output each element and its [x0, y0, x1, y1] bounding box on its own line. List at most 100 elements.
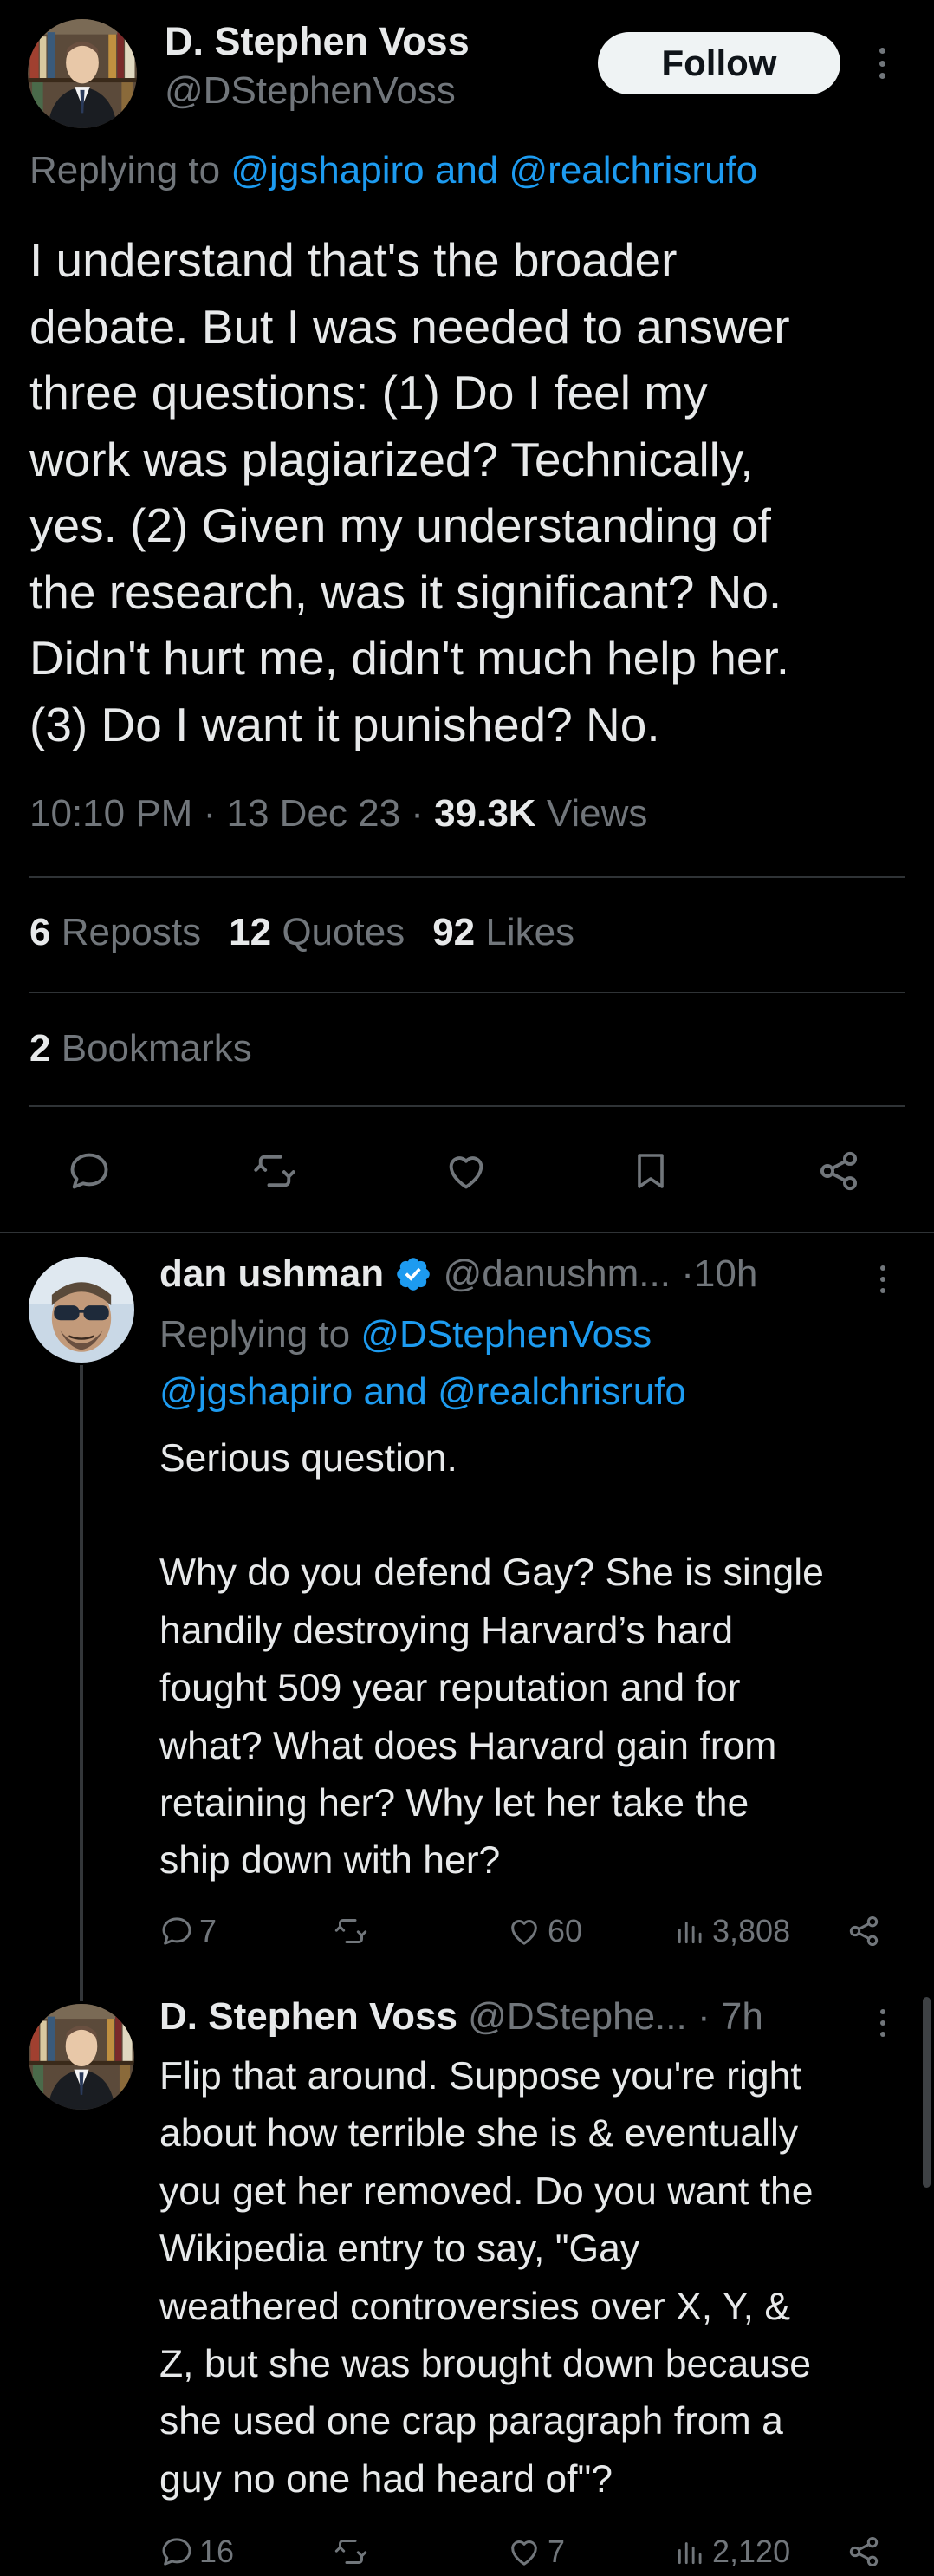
views-count: 2,120 — [712, 2534, 791, 2569]
reply-author-avatar[interactable] — [29, 1257, 134, 1363]
tweet-text-line: work was plagiarized? Technically, — [29, 432, 754, 486]
repost-icon — [334, 2540, 367, 2564]
reply-count-button[interactable]: 16 — [159, 2533, 234, 2571]
verified-badge-icon[interactable] — [394, 1255, 432, 1293]
reply-author-name[interactable]: dan ushman — [159, 1252, 384, 1295]
mention-jgshapiro[interactable]: @jgshapiro — [230, 149, 424, 192]
views-label: Views — [546, 792, 648, 835]
avatar-image — [29, 1257, 134, 1363]
share-icon[interactable] — [846, 2534, 881, 2569]
share-icon[interactable] — [846, 1914, 881, 1948]
reply-text-line: ship down with her? — [159, 1839, 501, 1883]
tweet-text-line: three questions: (1) Do I feel my — [29, 366, 708, 420]
likes-stat[interactable]: 92 Likes — [432, 911, 574, 953]
analytics-icon — [678, 2542, 702, 2565]
separator-dot: · — [411, 792, 424, 835]
bookmarks-stat[interactable]: 2 Bookmarks — [29, 1027, 252, 1070]
quotes-count: 12 — [229, 911, 272, 953]
like-count: 60 — [548, 1913, 583, 1948]
views-button[interactable]: 2,120 — [674, 2533, 790, 2571]
separator-dot: · — [203, 792, 217, 835]
reply-author-handle[interactable]: @DStephe... — [468, 1995, 687, 2038]
reply-author-handle[interactable]: @danushm... — [444, 1252, 671, 1295]
reply-text-line: what? What does Harvard gain from — [159, 1724, 777, 1767]
analytics-icon — [678, 1922, 702, 1944]
reply-text-line: about how terrible she is & eventually — [159, 2112, 799, 2156]
scrollbar-thumb[interactable] — [923, 1997, 931, 2188]
reposts-count: 6 — [29, 911, 51, 953]
author-handle[interactable]: @DStephenVoss — [165, 69, 456, 113]
reply-text: Flip that around. Suppose you're right a… — [159, 2048, 913, 2508]
reply-text-line: you get her removed. Do you want the — [159, 2169, 814, 2213]
mention-dstephenvoss[interactable]: @DStephenVoss — [360, 1313, 652, 1356]
divider — [29, 1105, 905, 1107]
reply-text-line: Z, but she was brought down because — [159, 2343, 812, 2386]
reply-text-line: fought 509 year reputation and for — [159, 1667, 741, 1710]
engagement-stats: 6 Reposts 12 Quotes 92 Likes — [29, 911, 574, 954]
share-icon[interactable] — [815, 1148, 862, 1194]
separator-dot: · — [697, 1995, 710, 2038]
reply-more-options-icon[interactable] — [878, 1265, 888, 1293]
reposts-stat[interactable]: 6 Reposts — [29, 911, 201, 953]
reply-text-line: handily destroying Harvard’s hard — [159, 1609, 734, 1652]
repost-icon[interactable] — [250, 1148, 299, 1194]
likes-count: 92 — [432, 911, 476, 953]
tweet-text: I understand that's the broader debate. … — [29, 227, 905, 758]
reply-text-line: guy no one had heard of"? — [159, 2457, 613, 2501]
reply-header: D. Stephen Voss @DStephe... · 7h — [159, 1995, 763, 2039]
reply-more-options-icon[interactable] — [878, 2009, 888, 2037]
like-icon[interactable] — [442, 1148, 490, 1194]
reply-count: 16 — [199, 2534, 235, 2569]
repost-button[interactable] — [331, 2533, 376, 2571]
author-avatar[interactable] — [28, 19, 137, 128]
quotes-stat[interactable]: 12 Quotes — [229, 911, 405, 953]
bookmark-icon[interactable] — [630, 1147, 671, 1195]
tweet-date[interactable]: 13 Dec 23 — [226, 792, 400, 835]
divider — [29, 876, 905, 878]
reply-text-line: Why do you defend Gay? She is single — [159, 1551, 824, 1595]
bookmarks-label: Bookmarks — [61, 1027, 252, 1070]
like-count: 7 — [548, 2534, 566, 2569]
likes-label: Likes — [485, 911, 575, 953]
reply-author-name[interactable]: D. Stephen Voss — [159, 1995, 457, 2038]
comment-icon — [162, 1917, 191, 1945]
mention-jgshapiro[interactable]: @jgshapiro — [159, 1370, 353, 1413]
replying-prefix: Replying to — [159, 1313, 351, 1356]
tweet-time[interactable]: 10:10 PM — [29, 792, 192, 835]
reply-time[interactable]: 7h — [721, 1995, 763, 2038]
like-button[interactable]: 7 — [506, 2533, 565, 2571]
like-button[interactable]: 60 — [506, 1912, 582, 1950]
repost-button[interactable] — [331, 1912, 376, 1950]
reply-time[interactable]: 10h — [694, 1252, 757, 1295]
reply-text-line: retaining her? Why let her take the — [159, 1782, 749, 1825]
tweet-text-line: (3) Do I want it punished? No. — [29, 697, 660, 751]
reply-text-line: Serious question. — [159, 1437, 457, 1480]
tweet-text-line: debate. But I was needed to answer — [29, 299, 790, 354]
reply-text-line: Wikipedia entry to say, "Gay — [159, 2228, 640, 2271]
more-options-icon[interactable] — [876, 48, 888, 79]
quotes-label: Quotes — [282, 911, 405, 953]
tweet-timestamp-line: 10:10 PM · 13 Dec 23 · 39.3K Views — [29, 792, 647, 836]
divider — [0, 1232, 934, 1233]
views-count: 3,808 — [712, 1913, 791, 1948]
author-name[interactable]: D. Stephen Voss — [165, 19, 470, 64]
views-button[interactable]: 3,808 — [674, 1912, 790, 1950]
tweet-text-line: Didn't hurt me, didn't much help her. — [29, 631, 790, 685]
follow-button[interactable]: Follow — [598, 32, 840, 94]
like-icon — [511, 1920, 537, 1945]
like-icon — [511, 2540, 537, 2566]
reply-icon[interactable] — [67, 1148, 112, 1194]
divider — [29, 992, 905, 993]
separator-dot: · — [681, 1252, 694, 1295]
mention-realchrisrufo[interactable]: @realchrisrufo — [438, 1370, 686, 1413]
replying-and: and — [363, 1370, 427, 1413]
reply-author-avatar[interactable] — [29, 2004, 134, 2110]
reply-text: Serious question. Why do you defend Gay?… — [159, 1430, 913, 1890]
replying-and: and — [434, 149, 499, 192]
reply-count-button[interactable]: 7 — [159, 1912, 217, 1950]
mention-realchrisrufo[interactable]: @realchrisrufo — [509, 149, 758, 192]
reply-header: dan ushman @danushm... ·10h — [159, 1252, 757, 1296]
comment-icon — [162, 2538, 191, 2566]
tweet-text-line: the research, was it significant? No. — [29, 564, 782, 619]
avatar-image — [28, 19, 137, 128]
